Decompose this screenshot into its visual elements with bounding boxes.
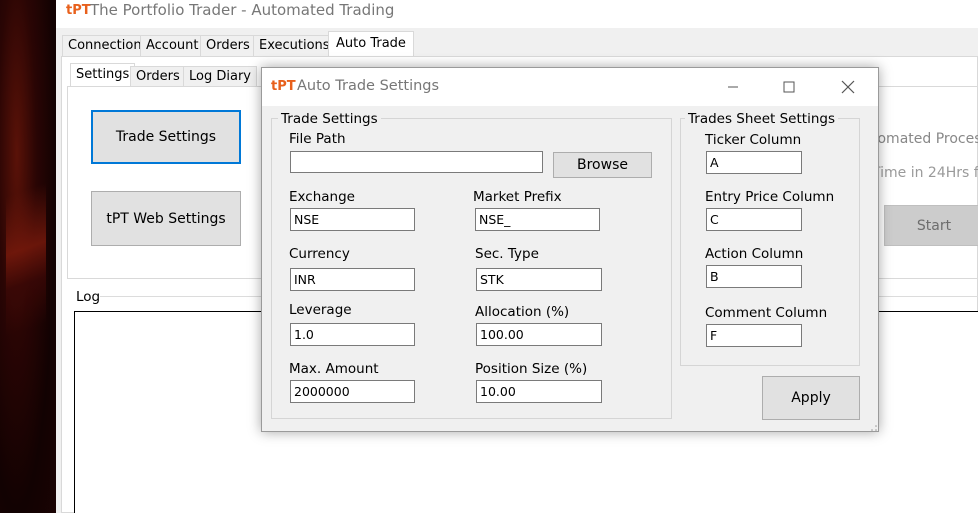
dialog-title: Auto Trade Settings: [297, 78, 440, 94]
start-button[interactable]: Start: [884, 205, 978, 246]
currency-label: Currency: [289, 246, 350, 262]
position-size-input[interactable]: 10.00: [476, 380, 602, 403]
browse-button[interactable]: Browse: [553, 152, 652, 178]
action-column-label: Action Column: [705, 246, 804, 262]
subtab-log-diary[interactable]: Log Diary: [183, 66, 257, 88]
dialog-app-logo: tPT: [271, 79, 296, 94]
window-title: The Portfolio Trader - Automated Trading: [90, 1, 395, 19]
ticker-column-input[interactable]: A: [706, 151, 802, 174]
tab-account[interactable]: Account: [140, 35, 205, 57]
exchange-input[interactable]: NSE: [290, 208, 415, 231]
tab-orders[interactable]: Orders: [200, 35, 256, 57]
close-icon[interactable]: [825, 72, 871, 102]
entry-price-column-input[interactable]: C: [706, 208, 802, 231]
file-path-input[interactable]: [290, 151, 543, 173]
auto-trade-settings-dialog: tPT Auto Trade Settings Trade Settings F…: [261, 67, 879, 432]
sec-type-input[interactable]: STK: [476, 268, 602, 291]
max-amount-input[interactable]: 2000000: [290, 380, 415, 403]
main-titlebar: tPT The Portfolio Trader - Automated Tra…: [56, 0, 978, 28]
leverage-input[interactable]: 1.0: [290, 323, 415, 346]
subtab-orders[interactable]: Orders: [130, 66, 186, 88]
dialog-logo-pt: PT: [277, 79, 296, 94]
max-amount-label: Max. Amount: [289, 361, 379, 377]
market-prefix-input[interactable]: NSE_: [475, 208, 600, 231]
file-path-label: File Path: [289, 131, 346, 147]
maximize-icon[interactable]: [766, 72, 812, 102]
exchange-label: Exchange: [289, 189, 355, 205]
trade-settings-group-title: Trade Settings: [278, 111, 381, 127]
tab-auto-trade[interactable]: Auto Trade: [328, 31, 414, 57]
resize-grip-icon[interactable]: [870, 421, 878, 431]
logo-pt: PT: [72, 3, 91, 18]
tab-connection[interactable]: Connection: [62, 35, 148, 57]
leverage-label: Leverage: [289, 302, 352, 318]
dialog-titlebar: tPT Auto Trade Settings: [262, 68, 878, 106]
currency-input[interactable]: INR: [290, 268, 415, 291]
allocation-input[interactable]: 100.00: [476, 323, 602, 346]
tab-executions[interactable]: Executions: [253, 35, 336, 57]
desktop-wallpaper-streak: [6, 150, 46, 370]
trade-settings-button[interactable]: Trade Settings: [91, 110, 241, 164]
apply-button[interactable]: Apply: [762, 376, 860, 420]
automated-process-label: tomated Proces: [872, 131, 978, 147]
subtab-settings[interactable]: Settings: [70, 63, 136, 87]
time-24hrs-label: Time in 24Hrs for: [872, 165, 978, 181]
comment-column-input[interactable]: F: [706, 324, 802, 347]
app-logo: tPT: [66, 3, 91, 18]
log-label: Log: [76, 289, 101, 305]
ticker-column-label: Ticker Column: [705, 132, 802, 148]
sec-type-label: Sec. Type: [475, 246, 539, 262]
market-prefix-label: Market Prefix: [473, 189, 562, 205]
allocation-label: Allocation (%): [475, 304, 570, 320]
minimize-icon[interactable]: [710, 72, 756, 102]
web-settings-button[interactable]: tPT Web Settings: [91, 191, 241, 246]
entry-price-column-label: Entry Price Column: [705, 189, 835, 205]
comment-column-label: Comment Column: [705, 305, 828, 321]
sheet-settings-group-title: Trades Sheet Settings: [685, 111, 838, 127]
action-column-input[interactable]: B: [706, 265, 802, 288]
position-size-label: Position Size (%): [475, 361, 588, 377]
